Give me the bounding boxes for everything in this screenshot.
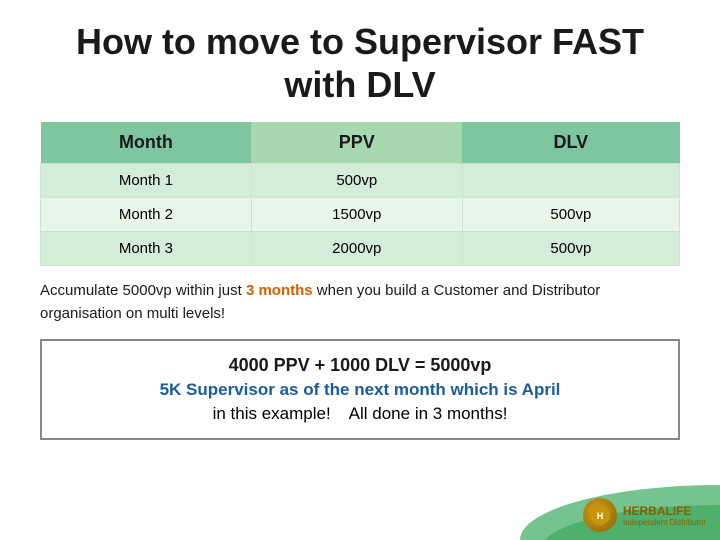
accumulate-paragraph: Accumulate 5000vp within just 3 months w… [40,280,680,325]
herbalife-logo: H HERBALIFE Independent Distributor [583,498,706,532]
bottom-box: 4000 PPV + 1000 DLV = 5000vp 5K Supervis… [40,339,680,440]
slide-title: How to move to Supervisor FAST with DLV [40,20,680,106]
bottom-line1: 4000 PPV + 1000 DLV = 5000vp [60,355,660,376]
row2-ppv: 1500vp [251,198,462,232]
accumulate-highlight: 3 months [246,282,313,299]
bottom-line3-big: All done in 3 months! [349,404,508,423]
herbalife-text: HERBALIFE Independent Distributor [623,504,706,527]
table-row: Month 2 1500vp 500vp [41,198,680,232]
accumulate-text-prefix: Accumulate 5000vp within just [40,282,246,299]
data-table: Month PPV DLV Month 1 500vp Month 2 1500… [40,122,680,266]
col-header-ppv: PPV [251,122,462,164]
bottom-line2: 5K Supervisor as of the next month which… [60,380,660,400]
title-line2: with DLV [284,64,435,105]
row3-dlv: 500vp [462,232,679,266]
col-header-month: Month [41,122,252,164]
title-line1: How to move to Supervisor FAST [76,21,644,62]
table-container: Month PPV DLV Month 1 500vp Month 2 1500… [40,122,680,266]
herbalife-subtitle: Independent Distributor [623,518,706,527]
row3-ppv: 2000vp [251,232,462,266]
slide: How to move to Supervisor FAST with DLV … [0,0,720,540]
table-row: Month 1 500vp [41,164,680,198]
table-row: Month 3 2000vp 500vp [41,232,680,266]
row1-ppv: 500vp [251,164,462,198]
bottom-line3: in this example! All done in 3 months! [60,404,660,424]
herbalife-icon: H [589,504,611,526]
herbalife-brand: HERBALIFE [623,504,706,518]
row1-month: Month 1 [41,164,252,198]
herbalife-logo-circle: H [583,498,617,532]
row2-dlv: 500vp [462,198,679,232]
row3-month: Month 3 [41,232,252,266]
row2-month: Month 2 [41,198,252,232]
row1-dlv [462,164,679,198]
bottom-line3-prefix: in this example! [213,404,331,423]
svg-text:H: H [597,511,604,521]
col-header-dlv: DLV [462,122,679,164]
